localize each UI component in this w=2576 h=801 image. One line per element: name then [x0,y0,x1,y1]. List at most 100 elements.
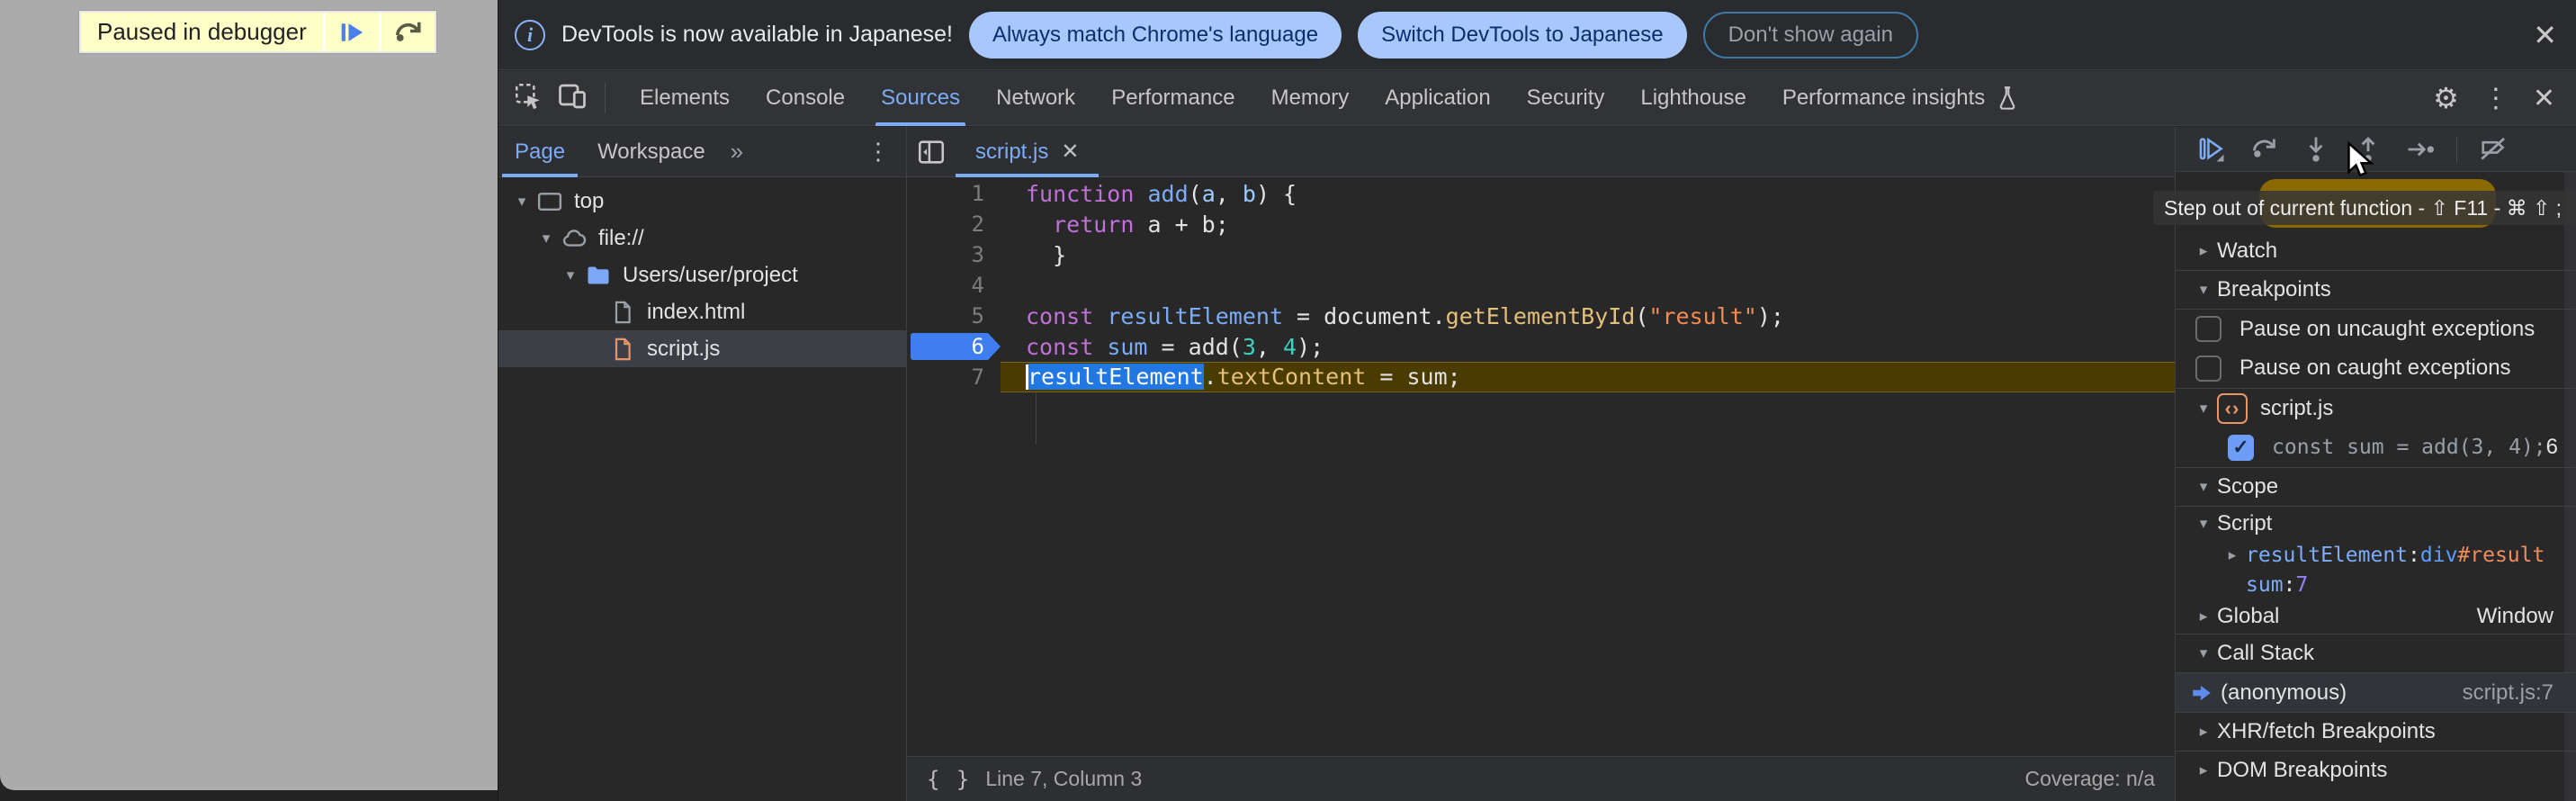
navigator-pane: Page Workspace » ⋮ ▾top▾file://▾Users/us… [498,127,907,801]
chevron-down-icon[interactable]: ▾ [509,193,534,211]
tree-item-users-user-project[interactable]: ▾Users/user/project [498,256,906,293]
chevron-down-icon[interactable]: ▾ [2190,478,2217,496]
tab-label: Security [1527,86,1605,111]
tab-label: Elements [640,86,730,111]
section-breakpoints[interactable]: ▾ Breakpoints [2176,270,2576,309]
tab-workspace[interactable]: Workspace [581,127,722,177]
code-line-7[interactable]: 7resultElement.textContent = sum; [907,362,2175,392]
step-into-button[interactable] [2300,133,2332,166]
chevron-down-icon[interactable]: ▾ [2190,400,2217,418]
code-line-5[interactable]: 5const resultElement = document.getEleme… [907,301,2175,331]
tab-lighthouse[interactable]: Lighthouse [1622,71,1764,126]
tree-item-label: file:// [598,226,644,251]
tab-console[interactable]: Console [748,71,863,126]
device-toolbar-icon[interactable] [556,80,588,117]
navigator-overflow-chevrons-icon[interactable]: » [722,138,750,166]
tab-application[interactable]: Application [1367,71,1508,126]
line-number[interactable]: 7 [907,362,1001,392]
chevron-right-icon[interactable]: ▸ [2190,761,2217,779]
always-match-chrome-s-language-button[interactable]: Always match Chrome's language [969,12,1342,58]
code-editor[interactable]: 1function add(a, b) {2 return a + b;3 }4… [907,178,2175,756]
pause-uncaught-row[interactable]: Pause on uncaught exceptions [2176,309,2576,348]
close-devtools-icon[interactable]: ✕ [2533,83,2555,114]
tree-item-file[interactable]: ▾ file:// [498,220,906,256]
breakpoints-label: Breakpoints [2217,277,2331,302]
pause-caught-checkbox[interactable] [2195,356,2221,382]
editor-tab-scriptjs[interactable]: script.js ✕ [956,127,1099,177]
infobar-close-icon[interactable]: ✕ [2533,21,2557,50]
tab-performance[interactable]: Performance [1093,71,1252,126]
step-over-icon [391,16,424,49]
settings-gear-icon[interactable]: ⚙ [2433,81,2459,115]
scope-var-sum[interactable]: sum: 7 [2176,570,2576,599]
call-stack-frame-row[interactable]: (anonymous) script.js:7 [2176,672,2576,712]
step-into-icon [2301,134,2331,165]
tree-item-label: script.js [647,337,720,362]
chevron-down-icon[interactable]: ▾ [2190,281,2217,299]
hide-navigator-icon[interactable] [907,137,956,167]
pause-caught-row[interactable]: Pause on caught exceptions [2176,348,2576,388]
code-line-6[interactable]: 6const sum = add(3, 4); [907,331,2175,362]
section-watch[interactable]: ▸ Watch [2176,231,2576,270]
tree-item-top[interactable]: ▾top [498,183,906,220]
line-number[interactable]: 6 [907,331,1001,362]
line-number[interactable]: 4 [907,270,1001,301]
chevron-right-icon[interactable]: ▸ [2190,242,2217,260]
step-over-button[interactable] [2248,133,2280,166]
tab-close-icon[interactable]: ✕ [1061,139,1079,165]
resume-button[interactable] [2195,133,2228,166]
chevron-down-icon[interactable]: ▾ [2190,644,2217,662]
variable-value-id: #result [2457,544,2545,567]
deactivate-breakpoints-button[interactable] [2477,133,2509,166]
code-line-4[interactable]: 4 [907,270,2175,301]
variable-name: sum [2246,573,2284,597]
tab-elements[interactable]: Elements [622,71,748,126]
pretty-print-icon[interactable]: { } [927,767,971,792]
navigator-kebab-icon[interactable]: ⋮ [866,138,906,166]
tab-network[interactable]: Network [978,71,1093,126]
line-number[interactable]: 2 [907,209,1001,239]
chevron-down-icon[interactable]: ▾ [558,266,583,284]
scope-global-group[interactable]: ▸ Global Window [2176,599,2576,634]
resume-script-button[interactable] [323,13,379,51]
code-text: resultElement.textContent = sum; [1001,364,1461,391]
tree-item-index-html[interactable]: index.html [498,293,906,330]
breakpoint-enabled-checkbox[interactable]: ✓ [2228,435,2254,461]
code-text: function add(a, b) { [1001,181,1297,207]
tab-memory[interactable]: Memory [1253,71,1368,126]
tab-security[interactable]: Security [1509,71,1623,126]
tab-page[interactable]: Page [498,127,581,177]
toolbar-separator [605,83,606,113]
scope-script-group[interactable]: ▾ Script [2176,506,2576,540]
more-options-kebab-icon[interactable]: ⋮ [2482,83,2509,114]
main-content: Page Workspace » ⋮ ▾top▾file://▾Users/us… [498,127,2576,801]
code-line-2[interactable]: 2 return a + b; [907,209,2175,239]
scope-var-resultElement[interactable]: ▸ resultElement: div#result [2176,540,2576,570]
pause-uncaught-checkbox[interactable] [2195,316,2221,342]
breakpoint-entry-row[interactable]: ✓ const sum = add(3, 4); 6 [2176,428,2576,467]
section-scope[interactable]: ▾ Scope [2176,467,2576,506]
chevron-right-icon[interactable]: ▸ [2190,723,2217,741]
line-number[interactable]: 1 [907,178,1001,209]
chevron-right-icon[interactable]: ▸ [2190,608,2217,626]
chevron-down-icon[interactable]: ▾ [2190,515,2217,533]
tab-label: Memory [1271,86,1350,111]
step-over-next-button[interactable] [379,13,435,51]
code-line-1[interactable]: 1function add(a, b) { [907,178,2175,209]
chevron-down-icon[interactable]: ▾ [534,230,559,248]
inspect-element-icon[interactable] [513,81,543,116]
section-call-stack[interactable]: ▾ Call Stack [2176,634,2576,672]
section-xhr-breakpoints[interactable]: ▸ XHR/fetch Breakpoints [2176,712,2576,751]
tab-performance-insights[interactable]: Performance insights [1764,71,2039,126]
breakpoint-file-group[interactable]: ▾ ‹› script.js [2176,388,2576,428]
line-number[interactable]: 3 [907,239,1001,270]
line-number[interactable]: 5 [907,301,1001,331]
tab-sources[interactable]: Sources [863,71,978,126]
section-dom-breakpoints[interactable]: ▸ DOM Breakpoints [2176,751,2576,789]
don-t-show-again-button[interactable]: Don't show again [1703,12,1918,58]
tree-item-script-js[interactable]: script.js [498,330,906,367]
code-line-3[interactable]: 3 } [907,239,2175,270]
switch-devtools-to-japanese-button[interactable]: Switch DevTools to Japanese [1358,12,1687,58]
step-button[interactable] [2404,133,2437,166]
chevron-right-icon[interactable]: ▸ [2219,546,2246,564]
